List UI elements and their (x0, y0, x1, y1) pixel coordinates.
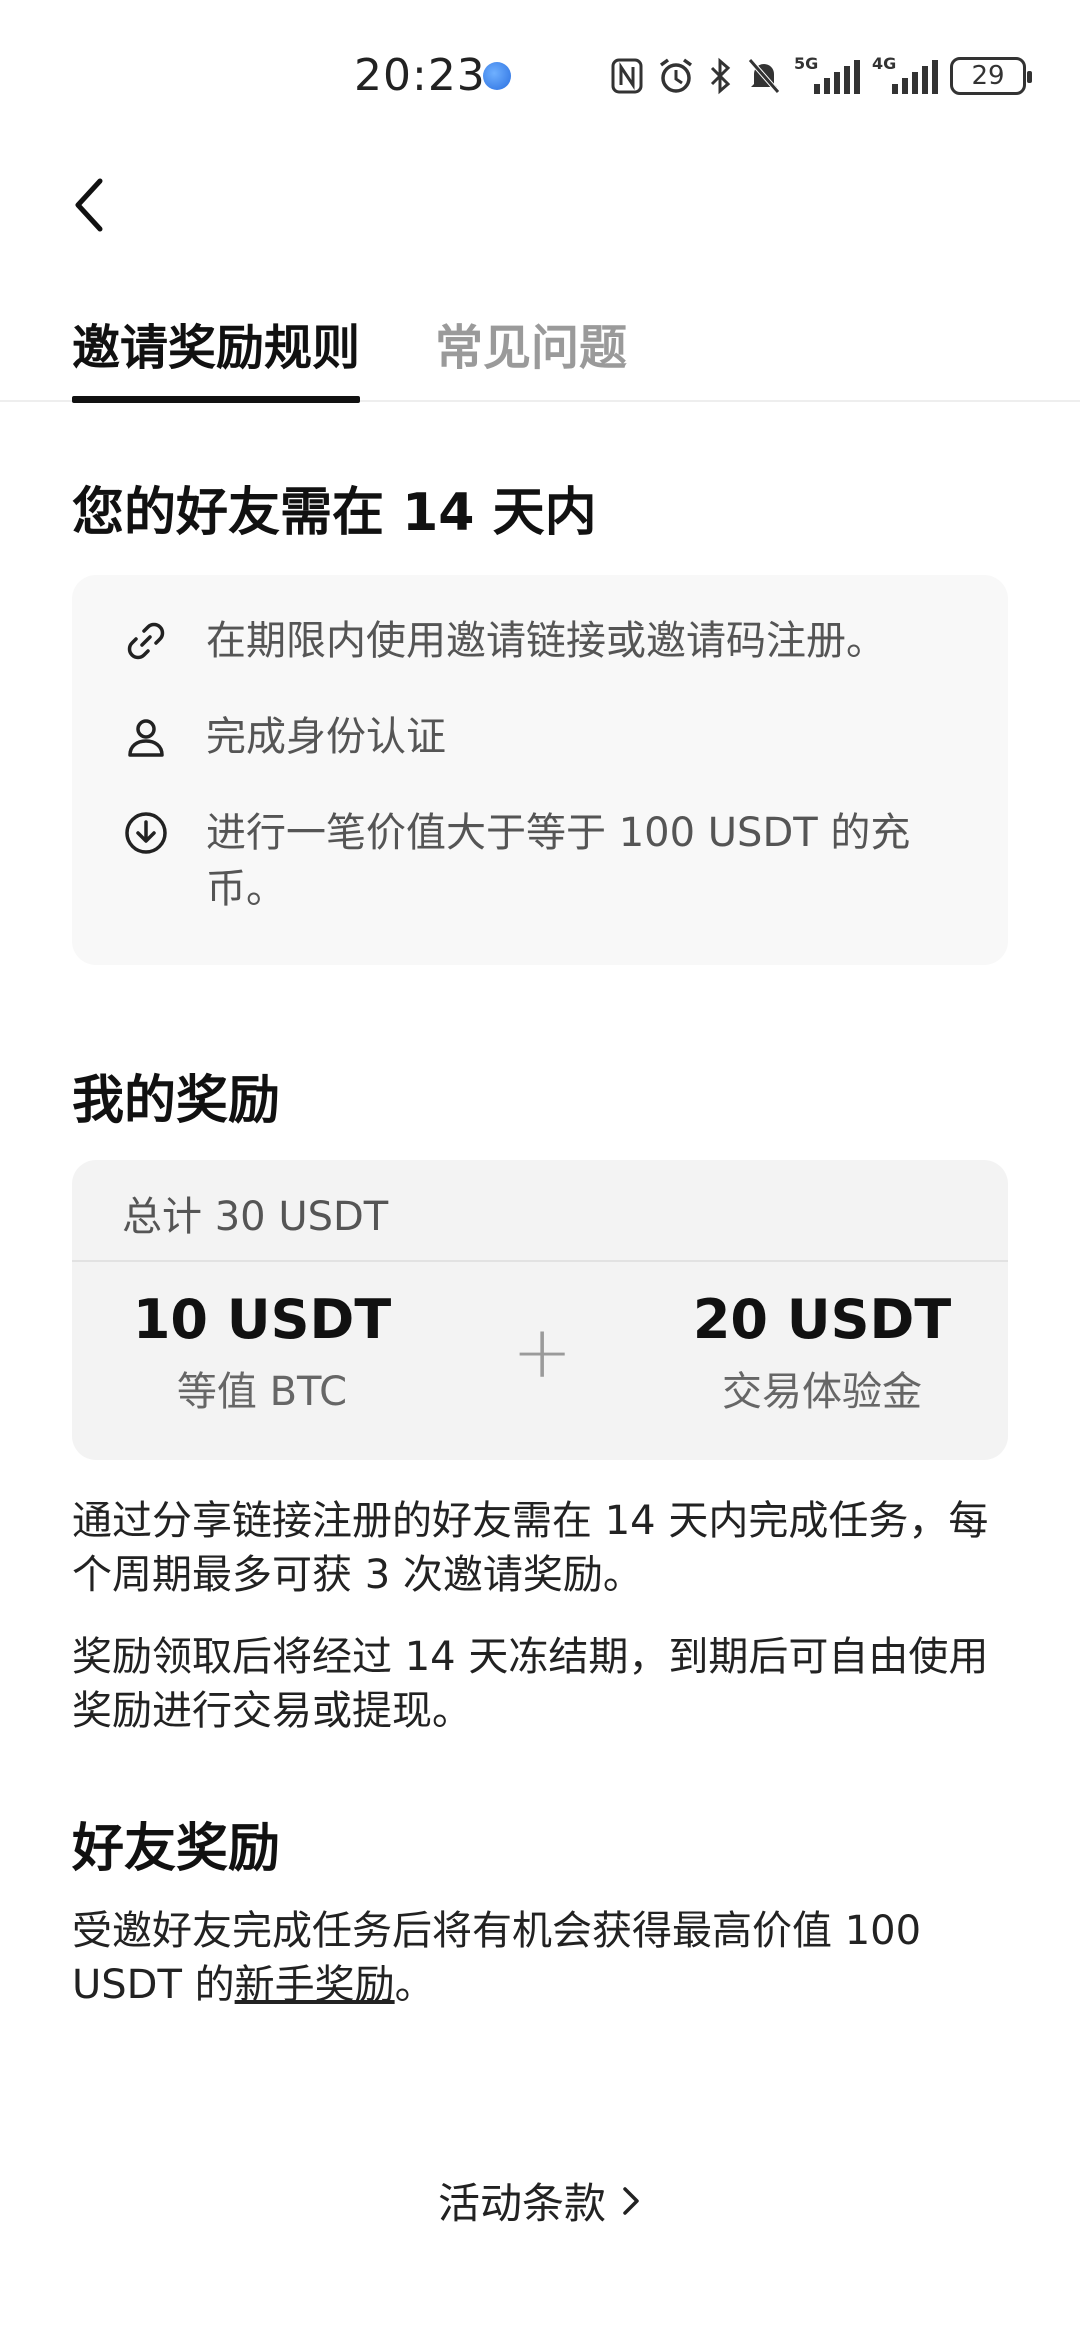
reward-note-period: 通过分享链接注册的好友需在 14 天内完成任务，每个周期最多可获 3 次邀请奖励… (72, 1498, 989, 1598)
plus-icon: + (512, 1310, 573, 1394)
signal-5g-indicator: 5G (794, 54, 860, 96)
my-reward-title: 我的奖励 (72, 1071, 281, 1131)
reward-trial-fund: 20 USDT 交易体验金 (662, 1288, 982, 1417)
reward-subtitle: 交易体验金 (722, 1369, 922, 1415)
divider (72, 1260, 1008, 1262)
active-tab-indicator (72, 396, 360, 403)
tab-faq[interactable]: 常见问题 (435, 308, 627, 378)
reward-btc: 10 USDT 等值 BTC (102, 1288, 422, 1417)
tab-invite-rules[interactable]: 邀请奖励规则 (72, 308, 360, 378)
deposit-icon (125, 812, 167, 854)
terms-label: 活动条款 (437, 2179, 606, 2228)
newbie-reward-link[interactable]: 新手奖励 (235, 1962, 395, 2008)
reward-note-freeze: 奖励领取后将经过 14 天冻结期，到期后可自由使用奖励进行交易或提现。 (72, 1634, 989, 1734)
activity-terms-link[interactable]: 活动条款 (0, 2170, 1080, 2231)
requirement-text: 在期限内使用邀请链接或邀请码注册。 (206, 618, 886, 664)
tab-bar: 邀请奖励规则 常见问题 (0, 290, 1080, 403)
requirement-item: 完成身份认证 (122, 709, 966, 765)
friend-reward-title: 好友奖励 (72, 1819, 281, 1879)
status-icons: 5G 4G 29 (610, 54, 1032, 96)
chevron-left-icon (75, 178, 103, 232)
status-time: 20:23 (354, 50, 486, 101)
chevron-right-icon (623, 2186, 639, 2215)
reward-subtitle: 等值 BTC (176, 1369, 348, 1415)
requirement-text: 完成身份认证 (206, 714, 446, 760)
requirement-item: 进行一笔价值大于等于 100 USDT 的充币。 (122, 805, 966, 917)
bluetooth-icon (710, 57, 731, 95)
requirements-title: 您的好友需在 14 天内 (72, 483, 597, 543)
reward-total: 总计 30 USDT (122, 1194, 389, 1240)
browser-globe-icon (483, 62, 511, 90)
alarm-icon (659, 58, 693, 93)
reward-card: 总计 30 USDT 10 USDT 等值 BTC + 20 USDT 交易体验… (72, 1160, 1008, 1460)
signal-4g-indicator: 4G (872, 54, 938, 96)
friend-reward-text: 受邀好友完成任务后将有机会获得最高价值 100 USDT 的新手奖励。 (72, 1908, 922, 2008)
reward-amount: 10 USDT (132, 1288, 392, 1351)
requirement-item: 在期限内使用邀请链接或邀请码注册。 (122, 613, 966, 669)
user-icon (128, 719, 164, 757)
page: 20:23 5G 4G 29 邀请奖励规则 常见问题 您的好友需在 14 天内 … (0, 0, 1080, 2340)
link-icon (127, 622, 165, 660)
back-button[interactable] (70, 170, 130, 240)
reward-amount: 20 USDT (692, 1288, 952, 1351)
mute-bell-icon (748, 58, 780, 94)
battery-indicator: 29 (950, 57, 1032, 95)
status-bar: 20:23 5G 4G 29 (0, 0, 1080, 150)
requirement-text: 进行一笔价值大于等于 100 USDT 的充币。 (206, 810, 911, 912)
nfc-icon (611, 58, 643, 94)
requirements-card: 在期限内使用邀请链接或邀请码注册。 完成身份认证 进行一笔价值大于等于 100 … (72, 575, 1008, 965)
